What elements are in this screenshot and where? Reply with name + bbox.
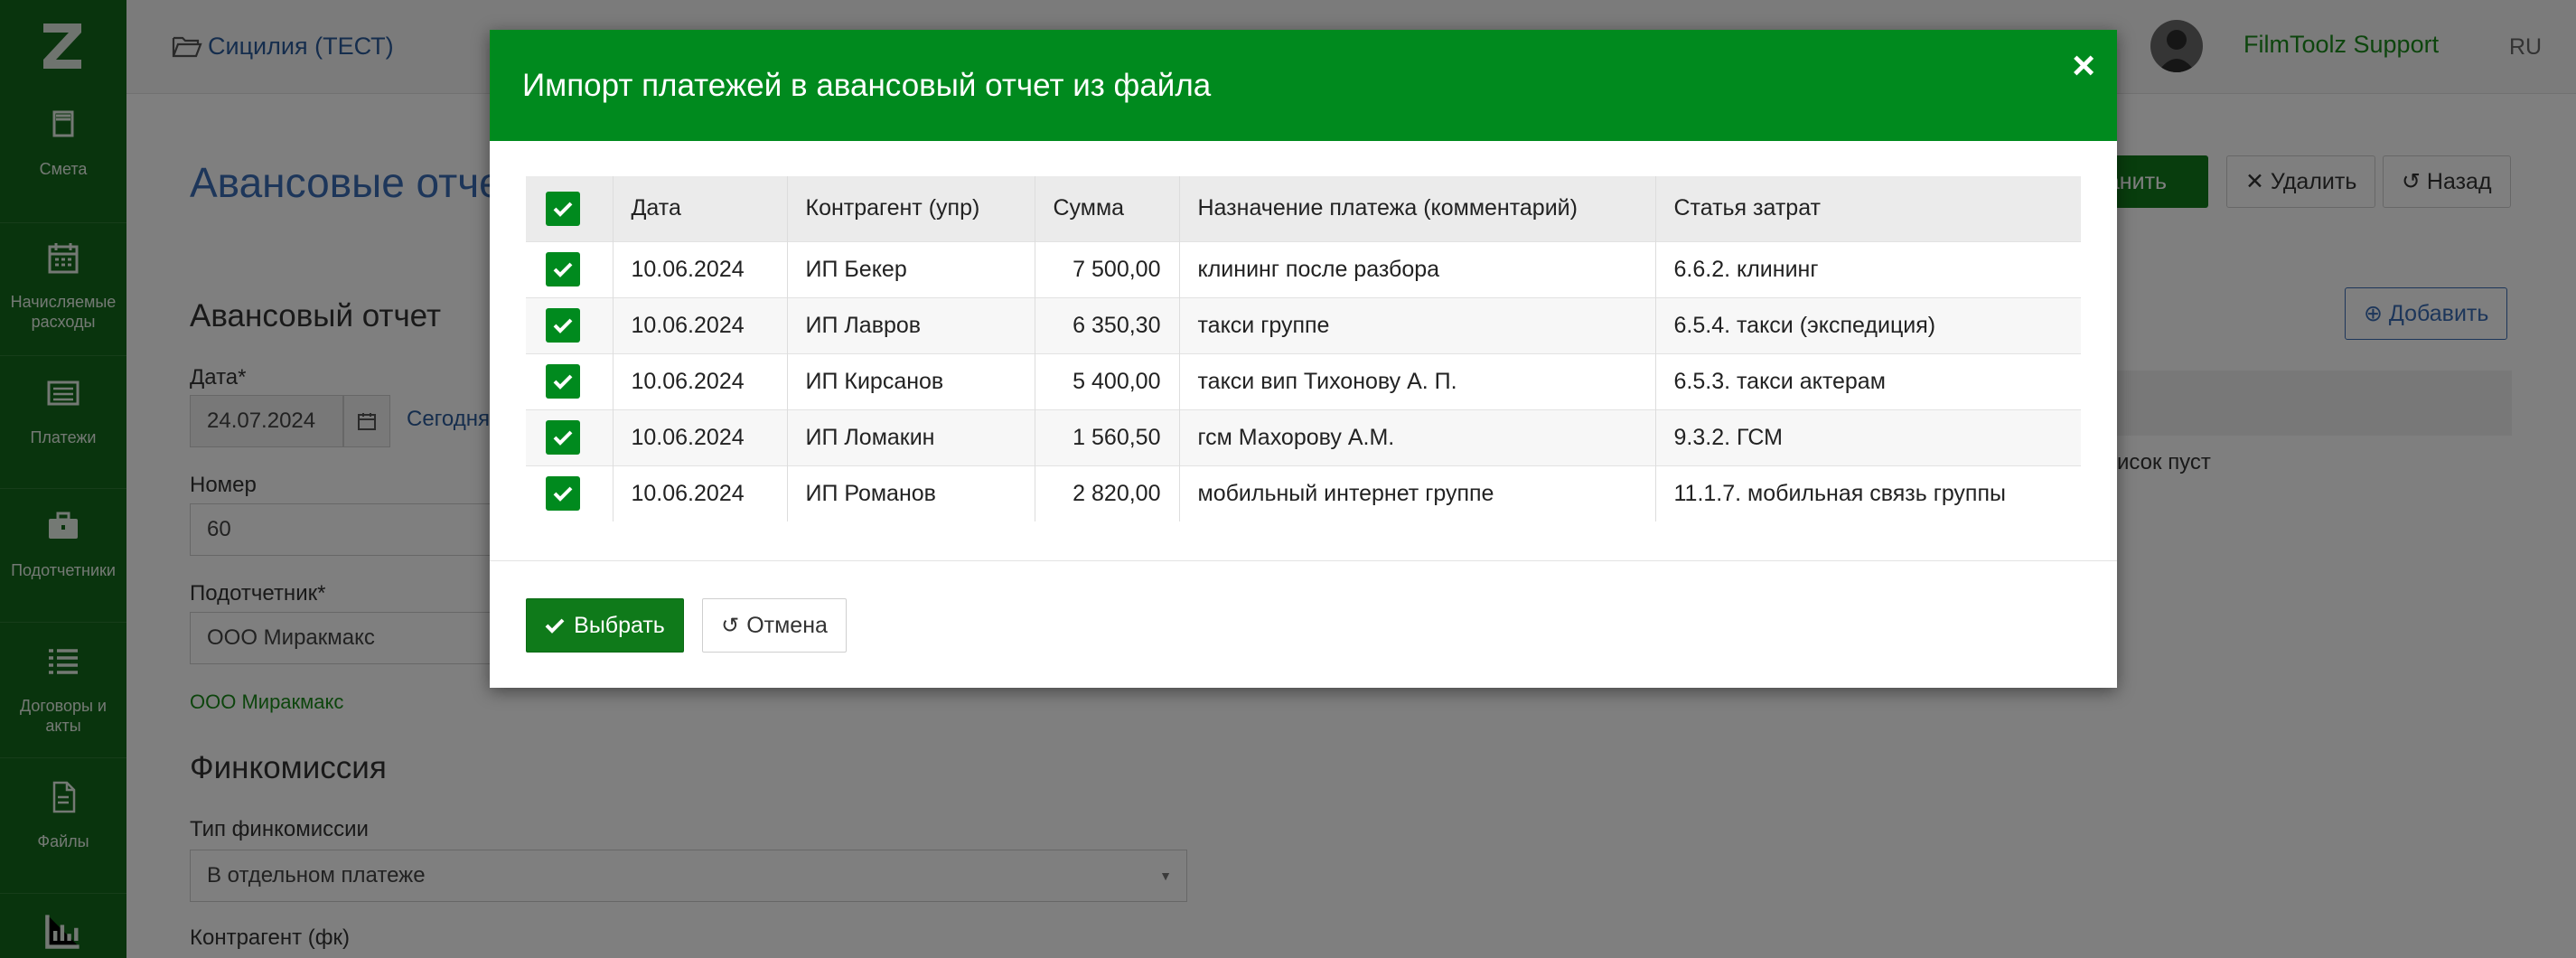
modal-header: Импорт платежей в авансовый отчет из фай… [490, 30, 2117, 141]
column-header-counterparty[interactable]: Контрагент (упр) [786, 176, 1035, 241]
cell-amount: 7 500,00 [1034, 240, 1179, 297]
cell-date: 10.06.2024 [612, 352, 787, 409]
check-icon [553, 318, 573, 333]
cell-purpose: гсм Махорову А.М. [1178, 409, 1655, 465]
cell-article: 11.1.7. мобильная связь группы [1654, 465, 2081, 521]
select-button[interactable]: Выбрать [526, 598, 684, 653]
column-header-amount[interactable]: Сумма [1034, 176, 1179, 241]
cell-article: 6.6.2. клининг [1654, 240, 2081, 297]
check-icon [553, 430, 573, 446]
select-all-checkbox[interactable] [546, 191, 580, 226]
select-all-cell [526, 176, 613, 241]
table-row[interactable]: 10.06.2024 ИП Романов 2 820,00 мобильный… [526, 465, 2081, 521]
check-icon [545, 618, 565, 634]
undo-icon: ↺ [721, 613, 740, 638]
cell-amount: 1 560,50 [1034, 409, 1179, 465]
cell-counterparty: ИП Лавров [786, 296, 1035, 353]
cell-date: 10.06.2024 [612, 296, 787, 353]
payments-table: Дата Контрагент (упр) Сумма Назначение п… [526, 176, 2081, 521]
table-header-row: Дата Контрагент (упр) Сумма Назначение п… [526, 176, 2081, 241]
row-checkbox[interactable] [546, 308, 580, 343]
column-header-purpose[interactable]: Назначение платежа (комментарий) [1178, 176, 1655, 241]
close-icon[interactable]: × [2072, 46, 2095, 86]
cell-amount: 5 400,00 [1034, 352, 1179, 409]
cell-article: 6.5.3. такси актерам [1654, 352, 2081, 409]
cell-counterparty: ИП Кирсанов [786, 352, 1035, 409]
cell-purpose: клининг после разбора [1178, 240, 1655, 297]
modal-footer: Выбрать ↺ Отмена [490, 560, 2117, 688]
modal-title: Импорт платежей в авансовый отчет из фай… [522, 68, 1212, 103]
cell-counterparty: ИП Бекер [786, 240, 1035, 297]
cell-article: 9.3.2. ГСМ [1654, 409, 2081, 465]
select-label: Выбрать [574, 612, 665, 638]
cell-amount: 6 350,30 [1034, 296, 1179, 353]
cell-counterparty: ИП Ломакин [786, 409, 1035, 465]
cell-article: 6.5.4. такси (экспедиция) [1654, 296, 2081, 353]
cell-purpose: такси вип Тихонову А. П. [1178, 352, 1655, 409]
check-icon [553, 374, 573, 390]
cell-amount: 2 820,00 [1034, 465, 1179, 521]
column-header-article[interactable]: Статья затрат [1654, 176, 2081, 241]
check-icon [553, 486, 573, 502]
cell-date: 10.06.2024 [612, 465, 787, 521]
cell-date: 10.06.2024 [612, 409, 787, 465]
cell-counterparty: ИП Романов [786, 465, 1035, 521]
row-checkbox[interactable] [546, 420, 580, 455]
check-icon [553, 202, 573, 217]
row-checkbox[interactable] [546, 476, 580, 512]
import-payments-modal: Импорт платежей в авансовый отчет из фай… [490, 30, 2117, 688]
table-row[interactable]: 10.06.2024 ИП Кирсанов 5 400,00 такси ви… [526, 352, 2081, 409]
cell-purpose: мобильный интернет группе [1178, 465, 1655, 521]
cell-date: 10.06.2024 [612, 240, 787, 297]
row-checkbox[interactable] [546, 364, 580, 399]
cancel-button[interactable]: ↺ Отмена [702, 598, 847, 653]
cancel-label: Отмена [746, 612, 828, 638]
table-row[interactable]: 10.06.2024 ИП Ломакин 1 560,50 гсм Махор… [526, 409, 2081, 465]
row-checkbox[interactable] [546, 252, 580, 286]
table-row[interactable]: 10.06.2024 ИП Лавров 6 350,30 такси груп… [526, 296, 2081, 353]
column-header-date[interactable]: Дата [612, 176, 787, 241]
check-icon [553, 262, 573, 277]
table-row[interactable]: 10.06.2024 ИП Бекер 7 500,00 клининг пос… [526, 240, 2081, 297]
cell-purpose: такси группе [1178, 296, 1655, 353]
